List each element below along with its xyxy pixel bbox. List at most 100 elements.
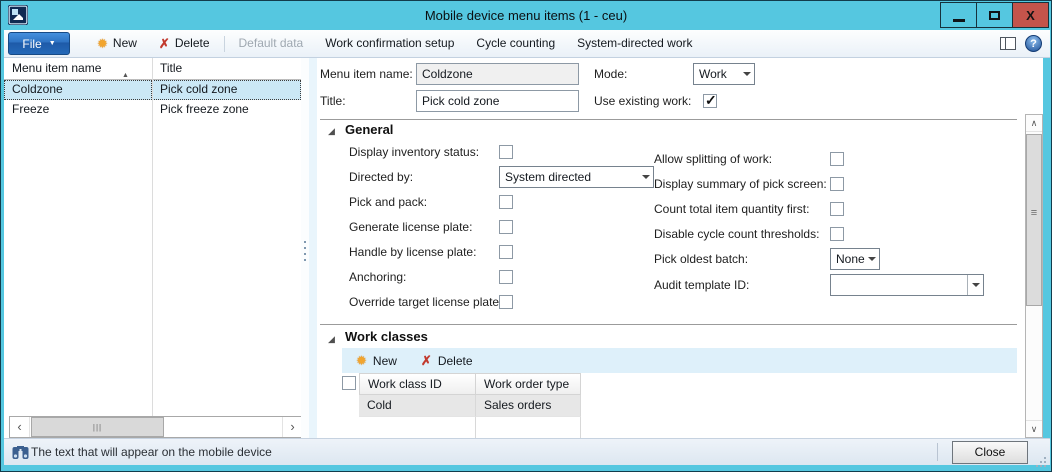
file-menu-button[interactable]: File ▼: [8, 32, 70, 55]
pick-oldest-batch-label: Pick oldest batch:: [654, 248, 748, 270]
handle-by-license-plate-label: Handle by license plate:: [349, 241, 476, 263]
thumb-grip-icon: ≡: [1027, 207, 1041, 219]
directed-by-value: System directed: [500, 167, 639, 187]
work-classes-delete-button[interactable]: ✗ Delete: [421, 353, 473, 369]
scroll-right-arrow-icon[interactable]: ›: [282, 417, 301, 437]
pick-oldest-batch-select[interactable]: None: [830, 248, 880, 270]
allow-splitting-of-work-checkbox[interactable]: [830, 152, 844, 166]
detail-panel: Menu item name: Coldzone Mode: Work Titl…: [309, 58, 1043, 438]
count-total-item-quantity-first-checkbox[interactable]: [830, 202, 844, 216]
cycle-counting-button[interactable]: Cycle counting: [465, 30, 566, 57]
menu-items-grid: Menu item name ▲ Title Coldzone Pick col…: [4, 58, 301, 438]
section-divider: [320, 324, 1017, 325]
column-header-work-class-id[interactable]: Work class ID: [359, 373, 476, 395]
handle-by-license-plate-checkbox[interactable]: [499, 245, 513, 259]
close-window-button[interactable]: X: [1012, 2, 1049, 28]
chevron-down-icon: [639, 175, 653, 179]
mode-select[interactable]: Work: [693, 63, 755, 85]
generate-license-plate-label: Generate license plate:: [349, 216, 472, 238]
display-summary-of-pick-screen-label: Display summary of pick screen:: [654, 173, 827, 195]
chevron-down-icon: ▼: [49, 40, 56, 47]
cell-menu-item-name[interactable]: Coldzone: [4, 80, 152, 100]
count-total-item-quantity-first-label: Count total item quantity first:: [654, 198, 809, 220]
panel-splitter[interactable]: [301, 58, 309, 438]
panel-edge-strip: [309, 58, 317, 438]
cell-work-class-id[interactable]: Cold: [359, 395, 476, 417]
general-section-title: General: [345, 122, 393, 137]
title-header-label: Title: [160, 61, 182, 75]
column-header-work-order-type[interactable]: Work order type: [475, 373, 581, 395]
resize-grip[interactable]: [1036, 457, 1046, 467]
file-menu-label: File: [22, 37, 41, 51]
collapse-general-icon[interactable]: ◢: [328, 126, 335, 137]
delete-button[interactable]: ✗ Delete: [148, 30, 221, 57]
binoculars-icon: [12, 445, 29, 460]
pick-and-pack-label: Pick and pack:: [349, 191, 427, 213]
default-data-label: Default data: [239, 30, 304, 57]
override-target-license-plate-checkbox[interactable]: [499, 295, 513, 309]
cell-empty[interactable]: [476, 417, 581, 438]
window-controls: X: [941, 2, 1049, 28]
maximize-button[interactable]: [976, 2, 1013, 28]
minimize-button[interactable]: [940, 2, 977, 28]
horizontal-scrollbar-thumb[interactable]: |||: [31, 417, 164, 437]
cell-title[interactable]: Pick cold zone: [152, 80, 301, 100]
new-label: New: [113, 30, 137, 57]
mode-value: Work: [694, 64, 740, 84]
directed-by-label: Directed by:: [349, 166, 413, 188]
use-existing-work-checkbox[interactable]: [703, 94, 717, 108]
maximize-icon: [989, 11, 1000, 20]
title-field-label: Title:: [320, 90, 346, 112]
close-button[interactable]: Close: [952, 441, 1028, 464]
column-divider: [152, 58, 153, 416]
scroll-up-arrow-icon[interactable]: ∧: [1026, 115, 1042, 132]
system-directed-work-label: System-directed work: [577, 30, 692, 57]
menu-item-name-input[interactable]: Coldzone: [416, 63, 579, 85]
select-all-checkbox[interactable]: [342, 376, 356, 390]
new-button[interactable]: ✹ New: [86, 30, 148, 57]
delete-x-icon: ✗: [159, 30, 170, 57]
cell-work-order-type[interactable]: Sales orders: [476, 395, 581, 417]
horizontal-scrollbar[interactable]: ‹ ||| ›: [9, 416, 301, 438]
pick-oldest-batch-value: None: [831, 249, 865, 269]
display-inventory-status-checkbox[interactable]: [499, 145, 513, 159]
override-target-license-plate-label: Override target license plate:: [349, 291, 502, 313]
menu-item-name-header-label: Menu item name: [12, 61, 101, 75]
use-existing-work-label: Use existing work:: [594, 90, 691, 112]
title-input[interactable]: Pick cold zone: [416, 90, 579, 112]
chevron-down-icon: [740, 72, 754, 76]
allow-splitting-of-work-label: Allow splitting of work:: [654, 148, 772, 170]
work-classes-grid: Work class ID Work order type Cold Sales…: [342, 373, 1017, 438]
system-directed-work-button[interactable]: System-directed work: [566, 30, 703, 57]
display-summary-of-pick-screen-checkbox[interactable]: [830, 177, 844, 191]
sort-ascending-icon: ▲: [122, 65, 129, 86]
delete-x-icon: ✗: [421, 353, 432, 369]
app-window: Mobile device menu items (1 - ceu) X Fil…: [0, 0, 1052, 472]
disable-cycle-count-thresholds-checkbox[interactable]: [830, 227, 844, 241]
generate-license-plate-checkbox[interactable]: [499, 220, 513, 234]
statusbar: The text that will appear on the mobile …: [4, 438, 1050, 465]
help-icon[interactable]: ?: [1025, 35, 1042, 52]
cell-empty[interactable]: [359, 417, 476, 438]
work-confirmation-setup-button[interactable]: Work confirmation setup: [314, 30, 465, 57]
scroll-left-arrow-icon[interactable]: ‹: [10, 417, 30, 437]
anchoring-label: Anchoring:: [349, 266, 406, 288]
pick-and-pack-checkbox[interactable]: [499, 195, 513, 209]
cell-title[interactable]: Pick freeze zone: [152, 100, 301, 120]
anchoring-checkbox[interactable]: [499, 270, 513, 284]
work-classes-header-row: Work class ID Work order type: [342, 373, 1017, 395]
audit-template-id-select[interactable]: [830, 274, 984, 296]
column-header-menu-item-name[interactable]: Menu item name ▲: [4, 58, 152, 79]
new-star-icon: ✹: [97, 30, 108, 57]
work-classes-new-button[interactable]: ✹ New: [356, 353, 397, 369]
scroll-down-arrow-icon[interactable]: ∨: [1026, 420, 1042, 437]
vertical-scrollbar[interactable]: ∧ ≡ ∨: [1025, 114, 1043, 438]
vertical-scrollbar-thumb[interactable]: ≡: [1026, 134, 1042, 306]
toggle-pane-icon[interactable]: [1000, 37, 1016, 50]
collapse-work-classes-icon[interactable]: ◢: [328, 334, 335, 345]
cell-menu-item-name[interactable]: Freeze: [4, 100, 152, 120]
chevron-down-icon: [967, 275, 983, 295]
column-header-title[interactable]: Title: [152, 58, 301, 79]
directed-by-select[interactable]: System directed: [499, 166, 654, 188]
minimize-icon: [953, 19, 965, 22]
